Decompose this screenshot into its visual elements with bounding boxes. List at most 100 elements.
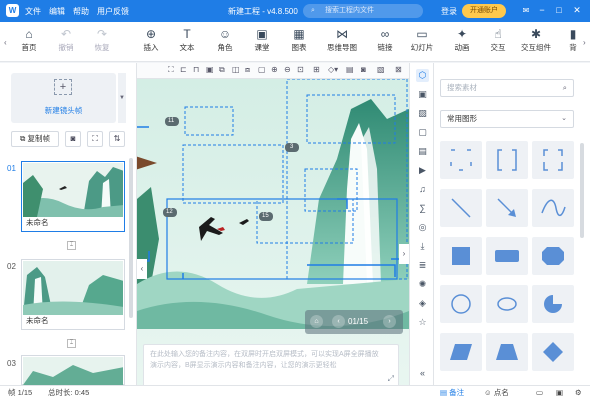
frame-badge[interactable]: 11 <box>168 118 174 124</box>
shape-pie[interactable] <box>532 285 574 323</box>
background-button[interactable]: ▮ 背 <box>562 26 584 58</box>
frame-badge[interactable]: 15 <box>262 213 269 219</box>
frame-icon[interactable]: ▢ <box>416 126 429 139</box>
toolbar-scroll-right-icon[interactable]: › <box>583 38 586 47</box>
prev-page-icon[interactable]: ‹ <box>332 315 345 328</box>
interactive-component-button[interactable]: ✱ 交互组件 <box>515 26 557 58</box>
snapshot-icon[interactable]: ◙ <box>361 65 366 74</box>
group-icon[interactable]: ▣ <box>206 65 214 74</box>
notes-toggle[interactable]: ▤ 备注 <box>440 386 464 400</box>
shape-octagon[interactable] <box>532 237 574 275</box>
align-left-icon[interactable]: ⊏ <box>180 65 187 74</box>
image-icon[interactable]: ▣ <box>416 88 429 101</box>
crop-icon[interactable]: ⛶ <box>168 65 174 75</box>
home-icon[interactable]: ⌂ <box>310 315 323 328</box>
collapse-left-icon[interactable]: ‹ <box>137 259 147 279</box>
slide-thumbnail-2[interactable]: 未命名 <box>21 259 125 330</box>
minimize-button[interactable]: − <box>536 4 548 17</box>
link-button[interactable]: ∞ 链接 <box>368 26 402 58</box>
star-icon[interactable]: ☆ <box>416 316 429 329</box>
search-input[interactable]: ⌕ 搜索工程内文件 <box>303 4 423 18</box>
shape-trapezoid[interactable] <box>486 333 528 371</box>
picture-icon[interactable]: ▨ <box>416 107 429 120</box>
slideshow-button[interactable]: ▭ 幻灯片 <box>405 26 439 58</box>
frame-icon[interactable]: ▢ <box>258 65 266 74</box>
frame-badge[interactable]: 12 <box>166 209 173 215</box>
distribute-icon[interactable]: ⧈ <box>245 65 250 75</box>
notes-textarea[interactable]: 在此处输入您的备注内容，在双屏时开启双屏模式，可以实现A屏全屏播放演示内容，B屏… <box>143 344 399 390</box>
text-button[interactable]: T 文本 <box>170 26 204 58</box>
home-button[interactable]: ⌂ 首页 <box>12 26 46 58</box>
transition-icon[interactable]: ⌶ <box>67 339 76 348</box>
category-select[interactable]: 常用图形 ⌄ <box>440 110 574 128</box>
shape-ellipse[interactable] <box>486 285 528 323</box>
grid-icon[interactable]: ⊞ <box>313 65 320 74</box>
slide-canvas[interactable]: 11 3 12 15 ‹ › ⌂ ‹ 01/15 › 在此处输入您的备注内容，在… <box>137 79 409 390</box>
shape-dashed-square[interactable] <box>440 141 482 179</box>
video-icon[interactable]: ▶ <box>416 164 429 177</box>
copy-frame-button[interactable]: ⧉ 复制帧 <box>11 131 59 147</box>
interaction-button[interactable]: ☝ 交互 <box>481 26 515 58</box>
slide-thumbnail-1[interactable]: 未命名 <box>21 161 125 232</box>
menu-feedback[interactable]: 用户反馈 <box>97 6 129 17</box>
settings-icon[interactable]: ⚙ <box>575 386 582 400</box>
shape-curve[interactable] <box>532 189 574 227</box>
assets-scrollbar[interactable] <box>580 143 584 238</box>
shape-square[interactable] <box>440 237 482 275</box>
formula-icon[interactable]: ∑ <box>416 202 429 215</box>
shape-diamond[interactable] <box>532 333 574 371</box>
text-box-icon[interactable]: ▤ <box>416 145 429 158</box>
insert-button[interactable]: ⊕ 插入 <box>134 26 168 58</box>
shape-parallelogram[interactable] <box>440 333 482 371</box>
layer-icon[interactable]: ◫ <box>232 65 240 74</box>
menu-file[interactable]: 文件 <box>25 6 41 17</box>
transition-icon[interactable]: ⌶ <box>67 241 76 250</box>
character-button[interactable]: ☺ 角色 <box>208 26 242 58</box>
shape-arrow[interactable] <box>486 189 528 227</box>
slides-scrollbar[interactable] <box>129 158 133 318</box>
menu-help[interactable]: 帮助 <box>73 6 89 17</box>
zoom-out-icon[interactable]: ⊖ <box>284 65 291 74</box>
screen-icon[interactable]: ▣ <box>556 386 563 400</box>
chart-button[interactable]: ▦ 图表 <box>282 26 316 58</box>
undo-button[interactable]: ↶ 撤销 <box>49 26 83 58</box>
scan-icon[interactable]: ⛶ <box>87 131 103 147</box>
fullscreen-icon[interactable]: ▭ <box>536 386 543 400</box>
zoom-in-icon[interactable]: ⊕ <box>271 65 278 74</box>
new-frame-dropdown[interactable]: ▼ <box>118 73 126 123</box>
fit-icon[interactable]: ⊡ <box>297 65 304 74</box>
toolbar-scroll-left-icon[interactable]: ‹ <box>4 38 7 47</box>
list-icon[interactable]: ≣ <box>416 259 429 272</box>
more-icon[interactable]: ⊠ <box>395 65 402 74</box>
notification-icon[interactable]: ✉ <box>520 4 532 17</box>
comments-toggle[interactable]: ☺ 点名 <box>484 386 509 400</box>
shapes-icon[interactable]: ⬡ <box>416 69 429 82</box>
shape-line[interactable] <box>440 189 482 227</box>
shape-circle[interactable] <box>440 285 482 323</box>
image-icon[interactable]: ▧ <box>377 65 385 74</box>
align-top-icon[interactable]: ⊓ <box>193 65 199 74</box>
slide-thumbnail-3[interactable] <box>21 355 125 385</box>
lock-icon[interactable]: ▤ <box>346 65 354 74</box>
redo-button[interactable]: ↷ 恢复 <box>85 26 119 58</box>
new-camera-frame-button[interactable]: + 新建镜头帧 <box>11 73 116 123</box>
shape-dashed-brackets[interactable] <box>532 141 574 179</box>
classroom-button[interactable]: ▣ 课堂 <box>245 26 279 58</box>
animation-button[interactable]: ✦ 动画 <box>445 26 479 58</box>
layers-icon[interactable]: ◈ <box>416 297 429 310</box>
maximize-button[interactable]: □ <box>553 4 565 17</box>
assets-search-input[interactable]: 搜索素材 ⌕ <box>440 79 574 97</box>
shape-rounded-rect[interactable] <box>486 237 528 275</box>
close-button[interactable]: ✕ <box>571 4 583 17</box>
music-icon[interactable]: ♫ <box>416 183 429 196</box>
menu-edit[interactable]: 编辑 <box>49 6 65 17</box>
mindmap-button[interactable]: ⋈ 思维导图 <box>322 26 362 58</box>
camera-icon[interactable]: ◙ <box>65 131 81 147</box>
frame-badge[interactable]: 3 <box>290 144 293 150</box>
transform-icon[interactable]: ◇▾ <box>328 65 338 74</box>
compass-icon[interactable]: ◎ <box>416 221 429 234</box>
effect-icon[interactable]: ✺ <box>416 278 429 291</box>
sort-icon[interactable]: ⇅ <box>109 131 125 147</box>
copy-icon[interactable]: ⧉ <box>219 65 225 75</box>
expand-icon[interactable]: ⤢ <box>388 373 394 384</box>
